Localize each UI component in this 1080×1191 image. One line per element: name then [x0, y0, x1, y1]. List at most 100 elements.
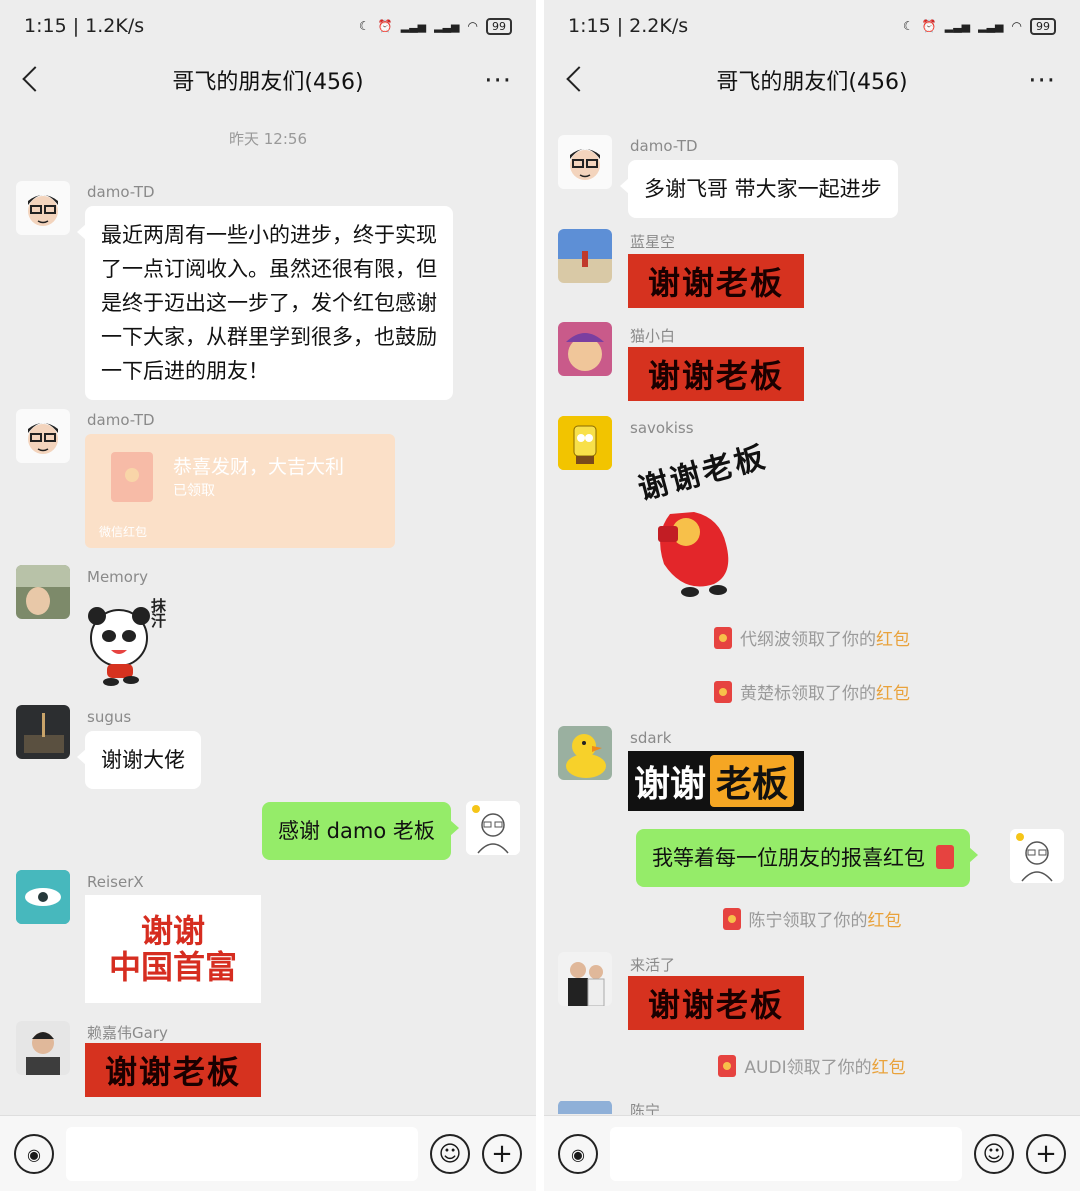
chat-header: 哥飞的朋友们(456) ··· — [544, 52, 1080, 108]
emoji-icon[interactable]: ☺ — [430, 1134, 470, 1174]
sticker-thanks-boss[interactable]: 谢谢老板 — [85, 1043, 261, 1097]
sticker-text-line1: 谢谢 — [140, 912, 205, 950]
sender-name: 蓝星空 — [630, 233, 676, 251]
avatar[interactable] — [16, 870, 70, 924]
message-input[interactable] — [66, 1127, 418, 1181]
wifi-icon: ◠ — [1011, 19, 1022, 33]
avatar[interactable] — [16, 409, 70, 463]
message-timestamp: 昨天 12:56 — [229, 130, 307, 148]
sticker-image[interactable]: 谢谢 中国首富 — [85, 895, 261, 1003]
notice-link[interactable]: 红包 — [868, 911, 902, 931]
more-icon[interactable]: ··· — [1028, 66, 1056, 96]
notice-text: 领取了你的 — [791, 684, 876, 704]
chat-title: 哥飞的朋友们(456) — [716, 70, 908, 95]
status-icons: ☾ ⏰ ▂▃▅ ▂▃▅ ◠ 99 — [903, 17, 1056, 35]
alarm-icon: ⏰ — [377, 19, 393, 33]
moon-icon: ☾ — [903, 19, 914, 33]
sender-name: 来活了 — [630, 956, 676, 974]
voice-icon[interactable]: ◉ — [558, 1134, 598, 1174]
avatar[interactable] — [16, 1021, 70, 1075]
system-notice: 陈宁领取了你的红包 — [544, 906, 1080, 931]
battery-icon: 99 — [486, 17, 512, 35]
avatar[interactable] — [558, 322, 612, 376]
red-packet-footer: 微信红包 — [99, 525, 148, 539]
chat-title: 哥飞的朋友们(456) — [172, 70, 364, 95]
sender-name: damo-TD — [87, 183, 155, 201]
notice-name: 陈宁 — [748, 911, 783, 931]
signal-icon: ▂▃▅ — [400, 19, 427, 33]
notice-name: AUDI — [744, 1058, 787, 1078]
notice-text: 领取了你的 — [786, 1058, 872, 1078]
sender-name: damo-TD — [630, 137, 698, 155]
red-packet-status: 已领取 — [173, 483, 215, 499]
left-chat-screen: 1:15 | 1.2K/s ☾ ⏰ ▂▃▅ ▂▃▅ ◠ 99 哥飞的朋友们(45… — [0, 0, 536, 1191]
wifi-icon: ◠ — [467, 19, 478, 33]
notice-text: 领取了你的 — [782, 911, 868, 931]
signal-icon-2: ▂▃▅ — [434, 19, 460, 33]
sender-name: damo-TD — [87, 411, 155, 429]
red-packet-emoji-icon — [935, 845, 954, 869]
plus-icon[interactable]: + — [482, 1134, 522, 1174]
notice-link[interactable]: 红包 — [872, 1058, 906, 1078]
input-bar: ◉ ☺ + — [544, 1115, 1080, 1191]
my-avatar[interactable] — [1010, 829, 1064, 883]
chat-header: 哥飞的朋友们(456) ··· — [0, 52, 536, 108]
sticker-thanks-boss[interactable]: 谢谢老板 — [628, 976, 804, 1030]
my-message-bubble[interactable]: 我等着每一位朋友的报喜红包 — [636, 829, 978, 887]
sender-name: 赖嘉伟Gary — [87, 1024, 168, 1042]
red-packet-icon — [722, 908, 741, 930]
my-avatar[interactable] — [466, 801, 520, 855]
notice-text: 领取了你的 — [791, 630, 876, 650]
avatar[interactable] — [558, 229, 612, 283]
status-time: 1:15 | 2.2K/s — [568, 15, 689, 37]
avatar[interactable] — [558, 135, 612, 189]
status-icons: ☾ ⏰ ▂▃▅ ▂▃▅ ◠ 99 — [359, 17, 512, 35]
red-packet-card[interactable]: 恭喜发财，大吉大利 已领取 微信红包 — [85, 434, 395, 548]
avatar[interactable] — [558, 726, 612, 780]
red-packet-icon — [714, 681, 732, 703]
sticker-caption: 抹汗 — [149, 598, 167, 628]
red-packet-icon — [714, 627, 732, 649]
status-time: 1:15 | 1.2K/s — [24, 15, 145, 37]
system-notice: 代纲波领取了你的红包 — [544, 625, 1080, 650]
my-message-text: 我等着每一位朋友的报喜红包 — [652, 846, 925, 870]
voice-icon[interactable]: ◉ — [14, 1134, 54, 1174]
moon-icon: ☾ — [359, 19, 370, 33]
notice-link[interactable]: 红包 — [876, 630, 910, 650]
sender-name: ReiserX — [87, 873, 144, 891]
avatar[interactable] — [558, 416, 612, 470]
back-icon[interactable] — [562, 62, 592, 98]
input-bar: ◉ ☺ + — [0, 1115, 536, 1191]
sticker-text-a: 谢谢 — [634, 764, 707, 805]
my-message-bubble[interactable]: 感谢 damo 老板 — [262, 802, 459, 860]
message-bubble[interactable]: 谢谢大佬 — [77, 731, 201, 789]
message-bubble[interactable]: 多谢飞哥 带大家一起进步 — [620, 160, 898, 218]
red-packet-title: 恭喜发财，大吉大利 — [173, 456, 345, 478]
avatar[interactable] — [558, 952, 612, 1006]
notice-name: 黄楚标 — [740, 684, 791, 704]
signal-icon: ▂▃▅ — [944, 19, 971, 33]
sticker-thanks-boss[interactable]: 谢谢老板 — [628, 347, 804, 401]
emoji-icon[interactable]: ☺ — [974, 1134, 1014, 1174]
plus-icon[interactable]: + — [1026, 1134, 1066, 1174]
notice-name: 代纲波 — [740, 630, 791, 650]
sender-name: sdark — [630, 729, 672, 747]
signal-icon-2: ▂▃▅ — [978, 19, 1004, 33]
avatar[interactable] — [558, 1100, 612, 1114]
right-chat-screen: 1:15 | 2.2K/s ☾ ⏰ ▂▃▅ ▂▃▅ ◠ 99 哥飞的朋友们(45… — [544, 0, 1080, 1191]
alarm-icon: ⏰ — [921, 19, 937, 33]
more-icon[interactable]: ··· — [484, 66, 512, 96]
sticker-thanks-boss[interactable]: 谢谢老板 — [628, 254, 804, 308]
sticker-text-line2: 中国首富 — [108, 948, 237, 986]
avatar[interactable] — [16, 565, 70, 619]
avatar[interactable] — [16, 705, 70, 759]
sender-name: Memory — [87, 568, 149, 586]
back-icon[interactable] — [18, 62, 48, 98]
notice-link[interactable]: 红包 — [876, 684, 910, 704]
avatar[interactable] — [16, 181, 70, 235]
message-bubble[interactable]: 最近两周有一些小的进步，终于实现了一点订阅收入。虽然还很有限，但是终于迈出这一步… — [77, 206, 453, 400]
sender-name: 猫小白 — [630, 327, 676, 345]
sticker-thanks-boss-black[interactable]: 谢谢 老板 — [628, 751, 804, 811]
red-envelope-icon — [111, 452, 153, 502]
message-input[interactable] — [610, 1127, 962, 1181]
